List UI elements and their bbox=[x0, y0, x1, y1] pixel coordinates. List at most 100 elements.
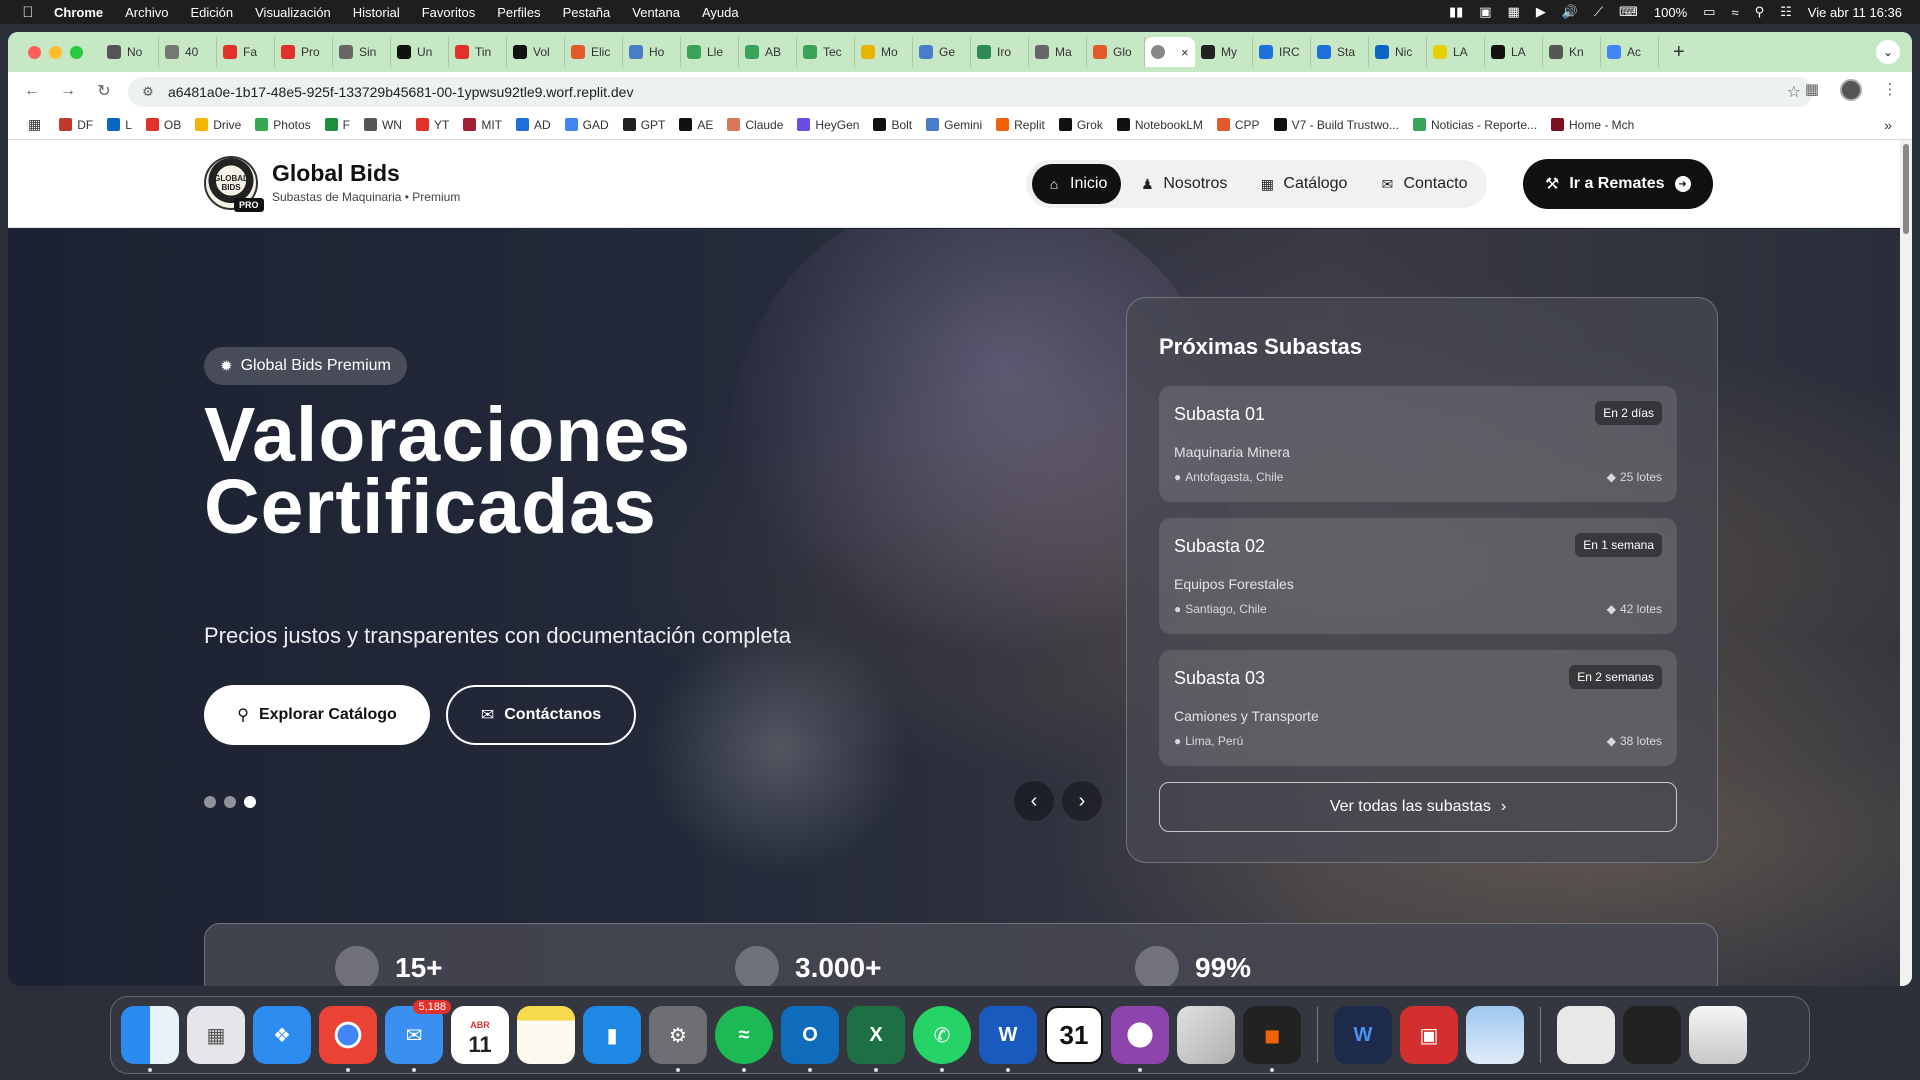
launchpad-icon[interactable]: ▦ bbox=[187, 1006, 245, 1064]
browser-tab[interactable]: Fa bbox=[217, 37, 275, 67]
iphone-mirroring-icon[interactable] bbox=[1177, 1006, 1235, 1064]
browser-tab[interactable]: Tin bbox=[449, 37, 507, 67]
bookmark-item[interactable]: Drive bbox=[195, 118, 241, 132]
explore-catalog-button[interactable]: ⚲ Explorar Catálogo bbox=[204, 685, 430, 745]
photo-booth-icon[interactable]: ▣ bbox=[1400, 1006, 1458, 1064]
browser-tab[interactable]: Un bbox=[391, 37, 449, 67]
browser-tab[interactable]: 40 bbox=[159, 37, 217, 67]
browser-tab[interactable]: AB bbox=[739, 37, 797, 67]
new-tab-button[interactable]: + bbox=[1673, 41, 1685, 64]
browser-tab[interactable]: No bbox=[101, 37, 159, 67]
outlook-icon[interactable]: O bbox=[781, 1006, 839, 1072]
bookmark-item[interactable]: Noticias - Reporte... bbox=[1412, 118, 1537, 132]
system-settings-icon[interactable]: ⚙ bbox=[649, 1006, 707, 1072]
bookmark-item[interactable]: MIT bbox=[463, 118, 502, 132]
extensions-icon[interactable]: ▦ bbox=[1802, 80, 1822, 100]
ir-a-remates-button[interactable]: ⚒ Ir a Remates ➜ bbox=[1523, 159, 1713, 209]
mail-app-icon[interactable]: ✉ 5,188 bbox=[385, 1000, 451, 1072]
screen-icon[interactable]: ▦ bbox=[1508, 4, 1520, 20]
contact-button[interactable]: ✉ Contáctanos bbox=[446, 685, 636, 745]
trash-icon[interactable] bbox=[1689, 1006, 1747, 1064]
bookmark-item[interactable]: HeyGen bbox=[797, 118, 859, 132]
browser-tab[interactable]: Lle bbox=[681, 37, 739, 67]
browser-tab[interactable]: Nic bbox=[1369, 37, 1427, 67]
reload-button[interactable]: ↻ bbox=[92, 79, 116, 103]
bookmark-item[interactable]: GPT bbox=[622, 118, 665, 132]
browser-tab[interactable]: Kn bbox=[1543, 37, 1601, 67]
bookmark-item[interactable]: CPP bbox=[1216, 118, 1260, 132]
replit-icon[interactable]: ◼ bbox=[1243, 1006, 1301, 1072]
keyboard-icon[interactable]: ⌨ bbox=[1619, 4, 1638, 20]
mute-icon[interactable]: ⟋ bbox=[1594, 4, 1603, 20]
battery-icon[interactable]: ▭ bbox=[1703, 4, 1715, 20]
preview-icon[interactable] bbox=[1466, 1006, 1524, 1064]
bookmark-item[interactable]: NotebookLM bbox=[1116, 118, 1203, 132]
bookmark-item[interactable]: GAD bbox=[564, 118, 609, 132]
bookmark-item[interactable]: WN bbox=[363, 118, 402, 132]
more-bookmarks-icon[interactable]: » bbox=[1884, 117, 1892, 133]
browser-tab[interactable]: Sta bbox=[1311, 37, 1369, 67]
slider-prev-button[interactable]: ‹ bbox=[1014, 781, 1054, 821]
site-settings-icon[interactable]: ⚙ bbox=[140, 84, 156, 100]
bookmark-item[interactable]: YT bbox=[415, 118, 449, 132]
auction-card[interactable]: Subasta 03 En 2 semanas Camiones y Trans… bbox=[1159, 650, 1677, 766]
display-icon[interactable]: ▣ bbox=[1479, 4, 1491, 20]
address-bar[interactable]: ⚙ a6481a0e-1b17-48e5-925f-133729b45681-0… bbox=[128, 77, 1813, 107]
wifi-icon[interactable]: ≈ bbox=[1731, 5, 1738, 20]
bookmark-item[interactable]: F bbox=[324, 118, 350, 132]
bookmark-item[interactable]: Bolt bbox=[873, 118, 912, 132]
screen-recorder-icon[interactable] bbox=[1111, 1006, 1169, 1072]
excel-icon[interactable]: X bbox=[847, 1006, 905, 1072]
slide-dot-1[interactable] bbox=[204, 796, 216, 808]
menu-historial[interactable]: Historial bbox=[353, 5, 400, 20]
menu-ayuda[interactable]: Ayuda bbox=[702, 5, 739, 20]
browser-tab[interactable]: Ma bbox=[1029, 37, 1087, 67]
audio-icon[interactable]: ▮▮ bbox=[1449, 4, 1463, 20]
forward-button[interactable]: → bbox=[56, 79, 80, 103]
back-button[interactable]: ← bbox=[20, 79, 44, 103]
url-text[interactable]: a6481a0e-1b17-48e5-925f-133729b45681-00-… bbox=[168, 84, 633, 100]
calendar-icon[interactable]: ABR 11 bbox=[451, 1006, 509, 1064]
bookmark-item[interactable]: DF bbox=[59, 118, 93, 132]
apple-icon[interactable]:  bbox=[20, 4, 36, 21]
browser-tab[interactable]: LA bbox=[1485, 37, 1543, 67]
menu-ventana[interactable]: Ventana bbox=[632, 5, 680, 20]
scrollbar-thumb[interactable] bbox=[1903, 144, 1909, 234]
minimize-window-button[interactable] bbox=[49, 45, 62, 59]
menu-app-name[interactable]: Chrome bbox=[54, 5, 103, 20]
slider-next-button[interactable]: › bbox=[1062, 781, 1102, 821]
menu-perfiles[interactable]: Perfiles bbox=[497, 5, 540, 20]
bookmark-item[interactable]: OB bbox=[145, 118, 181, 132]
browser-tab[interactable]: Ho bbox=[623, 37, 681, 67]
bookmark-item[interactable]: Replit bbox=[996, 118, 1045, 132]
profile-avatar[interactable] bbox=[1840, 79, 1862, 101]
clock[interactable]: Vie abr 11 16:36 bbox=[1808, 5, 1902, 20]
browser-tab[interactable]: Glo bbox=[1087, 37, 1145, 67]
bookmark-item[interactable]: Photos bbox=[255, 118, 311, 132]
finder-icon[interactable] bbox=[121, 1006, 179, 1072]
apps-grid-icon[interactable]: ▦ bbox=[28, 116, 41, 133]
webex-icon[interactable]: W bbox=[1334, 1006, 1392, 1064]
auction-card[interactable]: Subasta 01 En 2 días Maquinaria Minera ●… bbox=[1159, 386, 1677, 502]
downloads-stack-icon[interactable] bbox=[1557, 1006, 1615, 1064]
browser-tab[interactable]: Ge bbox=[913, 37, 971, 67]
slide-dot-3[interactable] bbox=[244, 796, 256, 808]
brand-name[interactable]: Global Bids bbox=[272, 160, 400, 187]
close-tab-icon[interactable]: × bbox=[1181, 45, 1189, 60]
word-icon[interactable]: W bbox=[979, 1006, 1037, 1072]
menu-edicion[interactable]: Edición bbox=[190, 5, 233, 20]
auction-card[interactable]: Subasta 02 En 1 semana Equipos Forestale… bbox=[1159, 518, 1677, 634]
menu-kebab-icon[interactable]: ⋮ bbox=[1880, 80, 1900, 100]
notes-icon[interactable] bbox=[517, 1006, 575, 1064]
browser-tab[interactable]: My bbox=[1195, 37, 1253, 67]
play-icon[interactable]: ▶ bbox=[1536, 4, 1546, 20]
bookmark-item[interactable]: Claude bbox=[727, 118, 783, 132]
menu-pestana[interactable]: Pestaña bbox=[563, 5, 611, 20]
view-all-auctions-button[interactable]: Ver todas las subastas › bbox=[1159, 782, 1677, 832]
nav-nosotros[interactable]: ♟ Nosotros bbox=[1125, 164, 1241, 204]
menu-visualizacion[interactable]: Visualización bbox=[255, 5, 331, 20]
browser-tab[interactable]: LA bbox=[1427, 37, 1485, 67]
menu-favoritos[interactable]: Favoritos bbox=[422, 5, 475, 20]
whatsapp-icon[interactable]: ✆ bbox=[913, 1006, 971, 1072]
screenshots-stack-icon[interactable] bbox=[1623, 1006, 1681, 1064]
